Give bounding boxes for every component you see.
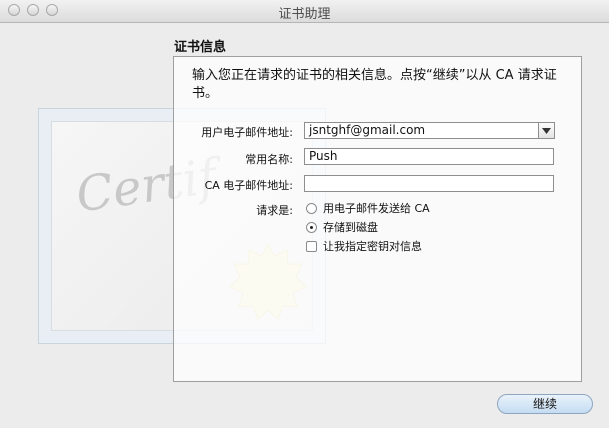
certificate-assistant-window: 证书助理 Certif 证书信息 输入您正在请求的证书的相关信息。点按“继续”以… [0, 0, 609, 428]
radio-save-to-disk-label: 存储到磁盘 [323, 221, 378, 234]
ca-email-label: CA 电子邮件地址: [204, 179, 293, 192]
request-type-label: 请求是: [256, 204, 293, 217]
title-bar: 证书助理 [0, 0, 609, 23]
radio-email-to-ca-label: 用电子邮件发送给 CA [323, 202, 430, 215]
window-title: 证书助理 [278, 7, 331, 22]
radio-unselected-icon[interactable] [306, 202, 317, 214]
continue-button[interactable]: 继续 [497, 394, 593, 414]
common-name-field[interactable]: Push [304, 148, 554, 165]
checkbox-icon[interactable] [306, 240, 317, 252]
ca-email-field[interactable] [304, 175, 554, 192]
radio-selected-icon[interactable] [306, 221, 317, 233]
email-dropdown-button[interactable] [538, 122, 555, 139]
instructions-text: 输入您正在请求的证书的相关信息。点按“继续”以从 CA 请求证书。 [192, 68, 557, 101]
common-name-label: 常用名称: [245, 153, 293, 166]
key-pair-checkbox-label: 让我指定密钥对信息 [323, 240, 422, 253]
user-email-field[interactable]: jsntghf@gmail.com [304, 122, 554, 139]
radio-save-to-disk[interactable]: 存储到磁盘 [306, 219, 378, 235]
user-email-label: 用户电子邮件地址: [201, 126, 293, 139]
chevron-down-icon [542, 127, 551, 134]
section-title: 证书信息 [174, 40, 227, 55]
key-pair-checkbox[interactable]: 让我指定密钥对信息 [306, 238, 422, 254]
radio-email-to-ca[interactable]: 用电子邮件发送给 CA [306, 200, 430, 216]
